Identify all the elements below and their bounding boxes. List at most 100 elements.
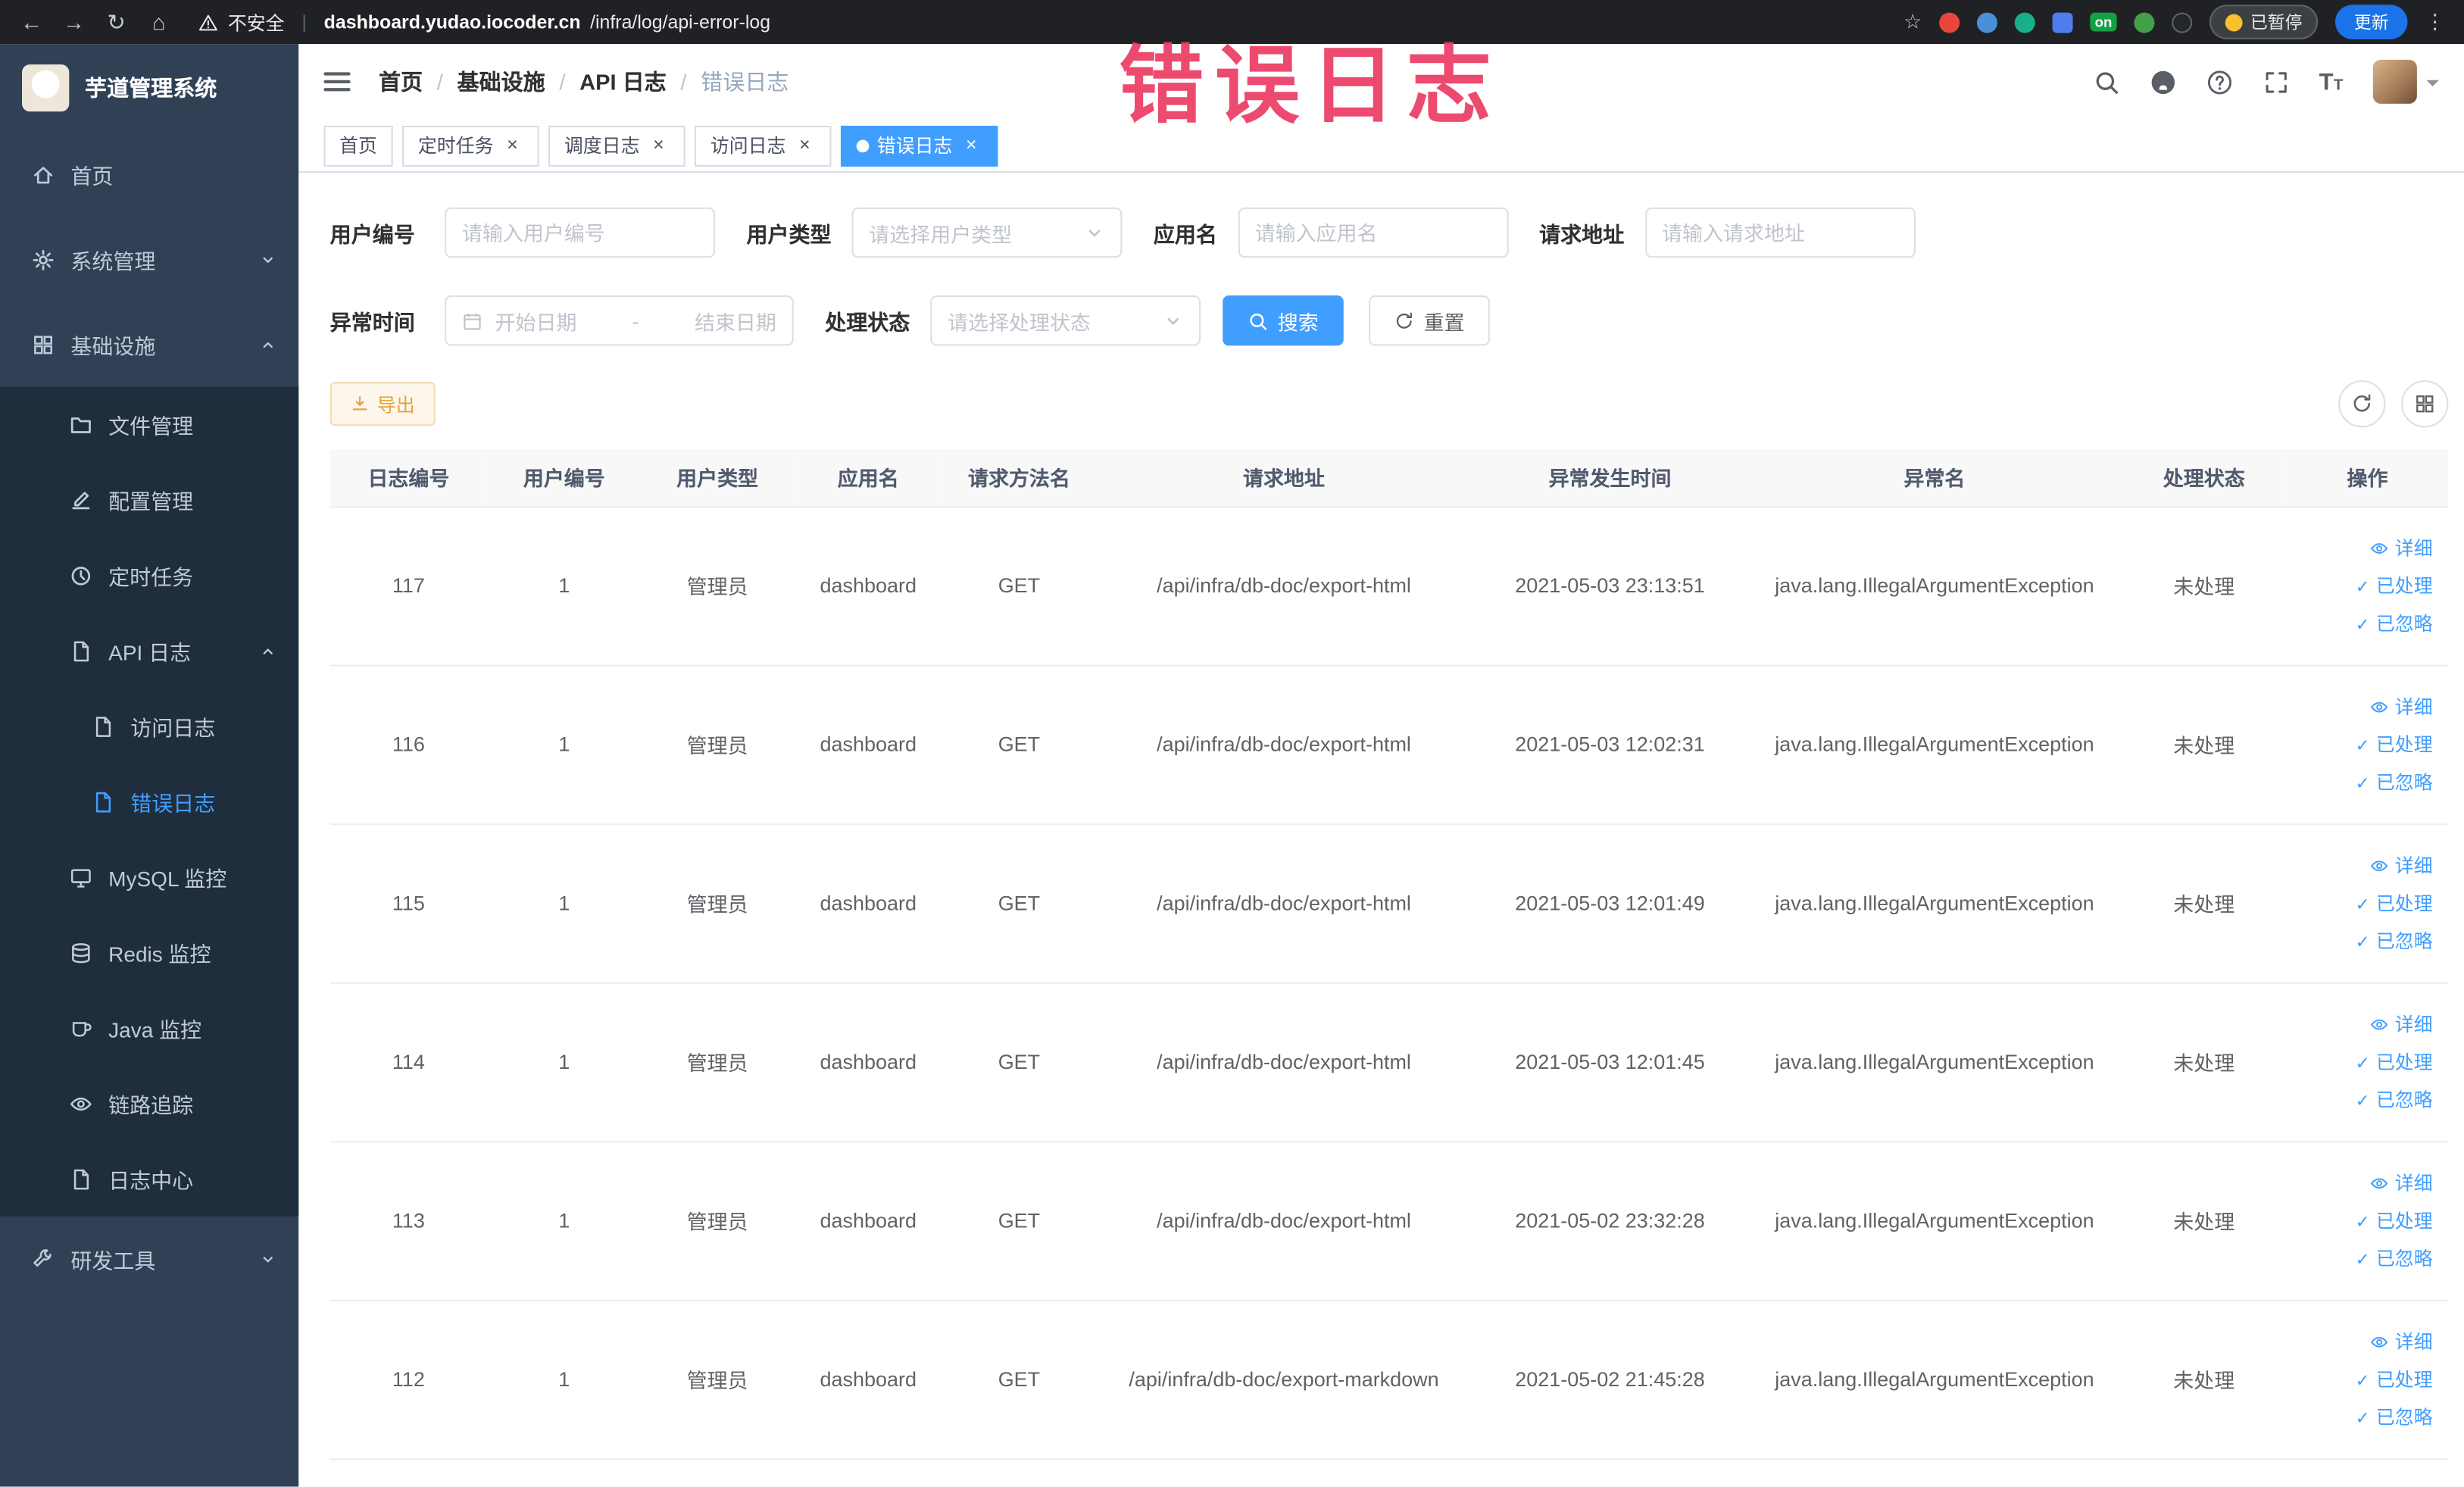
sidebar-item-error-log[interactable]: 错误日志: [0, 764, 298, 839]
detail-link[interactable]: 详细: [2293, 688, 2442, 726]
tab-error-log[interactable]: 错误日志: [841, 124, 998, 166]
refresh-icon: [2351, 393, 2373, 415]
sidebar-item-system[interactable]: 系统管理: [0, 217, 298, 301]
sidebar-item-java-monitor[interactable]: Java 监控: [0, 990, 298, 1066]
search-button[interactable]: 搜索: [1223, 295, 1344, 346]
mark-ignored-link[interactable]: 已忽略: [2293, 604, 2442, 642]
column-settings-button[interactable]: [2401, 380, 2449, 428]
sidebar-item-log-center[interactable]: 日志中心: [0, 1141, 298, 1217]
sidebar-item-infra[interactable]: 基础设施: [0, 301, 298, 386]
address-bar[interactable]: 不安全 | dashboard.yudao.iocoder.cn/infra/l…: [198, 8, 770, 35]
bookmark-star-icon[interactable]: ☆: [1903, 9, 1922, 34]
request-url-input[interactable]: [1644, 207, 1916, 258]
mark-ignored-link[interactable]: 已忽略: [2293, 1398, 2442, 1435]
breadcrumb-item[interactable]: 首页: [379, 66, 423, 97]
forward-icon[interactable]: →: [61, 9, 86, 34]
document-icon: [69, 1167, 92, 1190]
close-icon[interactable]: [501, 134, 523, 156]
database-icon: [69, 941, 92, 964]
clock-icon: [69, 564, 92, 587]
table-toolbar: 导出: [329, 380, 2449, 428]
mark-processed-link[interactable]: 已处理: [2293, 884, 2442, 922]
reload-icon[interactable]: ↻: [104, 8, 129, 35]
export-button[interactable]: 导出: [329, 382, 436, 426]
close-icon[interactable]: [794, 134, 816, 156]
page-header: 首页 / 基础设施 / API 日志 / 错误日志 TT: [298, 44, 2464, 120]
calendar-icon: [462, 311, 482, 331]
mark-ignored-link[interactable]: 已忽略: [2293, 922, 2442, 960]
chevron-down-icon: [259, 1250, 276, 1267]
sidebar-item-file-manage[interactable]: 文件管理: [0, 386, 298, 462]
user-menu[interactable]: [2372, 59, 2439, 104]
sidebar-item-api-log[interactable]: API 日志: [0, 613, 298, 689]
mark-processed-link[interactable]: 已处理: [2293, 567, 2442, 604]
app-logo[interactable]: 芋道管理系统: [0, 44, 298, 132]
document-icon: [91, 714, 114, 738]
search-icon[interactable]: [2093, 68, 2119, 95]
sidebar-item-mysql-monitor[interactable]: MySQL 监控: [0, 839, 298, 915]
fullscreen-icon[interactable]: [2263, 68, 2289, 95]
tab-access-log[interactable]: 访问日志: [695, 124, 832, 166]
filter-row-1: 用户编号 用户类型 请选择用户类型 应用名 请求地址: [330, 207, 2449, 258]
font-size-icon[interactable]: TT: [2319, 70, 2344, 93]
extension-icon[interactable]: [2172, 11, 2193, 33]
mark-processed-link[interactable]: 已处理: [2293, 725, 2442, 763]
sidebar-item-redis-monitor[interactable]: Redis 监控: [0, 914, 298, 990]
mark-processed-link[interactable]: 已处理: [2293, 1201, 2442, 1239]
status-select[interactable]: 请选择处理状态: [930, 295, 1201, 346]
tab-home[interactable]: 首页: [323, 124, 393, 166]
col-app-name: 应用名: [793, 449, 943, 508]
tab-scheduled-job[interactable]: 定时任务: [402, 124, 539, 166]
mark-processed-link[interactable]: 已处理: [2293, 1360, 2442, 1398]
sidebar-item-config-manage[interactable]: 配置管理: [0, 462, 298, 538]
check-icon: [2355, 1051, 2369, 1073]
breadcrumb-item[interactable]: 基础设施: [458, 66, 545, 97]
extension-icon[interactable]: [2052, 11, 2073, 33]
table-row: 117 1 管理员 dashboard GET/api/infra/db-doc/exp…: [329, 506, 2449, 666]
table-header-row: 日志编号 用户编号 用户类型 应用名 请求方法名 请求地址 异常发生时间 异常名…: [329, 449, 2449, 508]
search-icon: [1248, 311, 1268, 331]
app-title: 芋道管理系统: [85, 75, 217, 101]
tab-dispatch-log[interactable]: 调度日志: [548, 124, 685, 166]
mark-ignored-link[interactable]: 已忽略: [2293, 1239, 2442, 1277]
extension-icon[interactable]: [1939, 11, 1960, 33]
sidebar-fold-icon[interactable]: [323, 67, 351, 95]
user-type-select[interactable]: 请选择用户类型: [851, 207, 1123, 258]
extension-on-badge[interactable]: on: [2090, 12, 2117, 32]
close-icon[interactable]: [960, 134, 982, 156]
mark-ignored-link[interactable]: 已忽略: [2293, 1080, 2442, 1118]
update-button[interactable]: 更新: [2335, 5, 2408, 39]
extension-icon[interactable]: [2134, 11, 2155, 33]
sidebar-item-access-log[interactable]: 访问日志: [0, 689, 298, 764]
detail-link[interactable]: 详细: [2293, 529, 2442, 567]
eye-icon: [2370, 539, 2389, 558]
close-icon[interactable]: [648, 134, 670, 156]
col-log-id: 日志编号: [329, 449, 488, 508]
refresh-table-button[interactable]: [2338, 380, 2386, 428]
detail-link[interactable]: 详细: [2293, 1164, 2442, 1201]
github-icon[interactable]: [2150, 68, 2176, 95]
sidebar-item-devtools[interactable]: 研发工具: [0, 1217, 298, 1301]
detail-link[interactable]: 详细: [2293, 846, 2442, 884]
sidebar-item-trace[interactable]: 链路追踪: [0, 1066, 298, 1142]
detail-link[interactable]: 详细: [2293, 1323, 2442, 1360]
help-icon[interactable]: [2206, 68, 2232, 95]
coffee-cup-icon: [69, 1016, 92, 1039]
mark-ignored-link[interactable]: 已忽略: [2293, 763, 2442, 801]
back-icon[interactable]: ←: [19, 9, 44, 34]
mark-processed-link[interactable]: 已处理: [2293, 1043, 2442, 1081]
home-icon[interactable]: ⌂: [146, 9, 171, 34]
breadcrumb-item[interactable]: API 日志: [579, 66, 667, 97]
extension-icon[interactable]: [1976, 11, 1997, 33]
browser-menu-icon[interactable]: ⋮: [2425, 9, 2445, 34]
paused-badge[interactable]: 已暂停: [2209, 5, 2319, 39]
sidebar-item-home[interactable]: 首页: [0, 132, 298, 217]
reset-button[interactable]: 重置: [1369, 295, 1490, 346]
chevron-down-icon: [1163, 311, 1183, 331]
app-name-input[interactable]: [1237, 207, 1508, 258]
detail-link[interactable]: 详细: [2293, 1005, 2442, 1043]
sidebar-item-scheduled-job[interactable]: 定时任务: [0, 538, 298, 614]
date-range-picker[interactable]: 开始日期 - 结束日期: [445, 295, 794, 346]
user-id-input[interactable]: [445, 207, 715, 258]
extension-icon[interactable]: [2014, 11, 2035, 33]
